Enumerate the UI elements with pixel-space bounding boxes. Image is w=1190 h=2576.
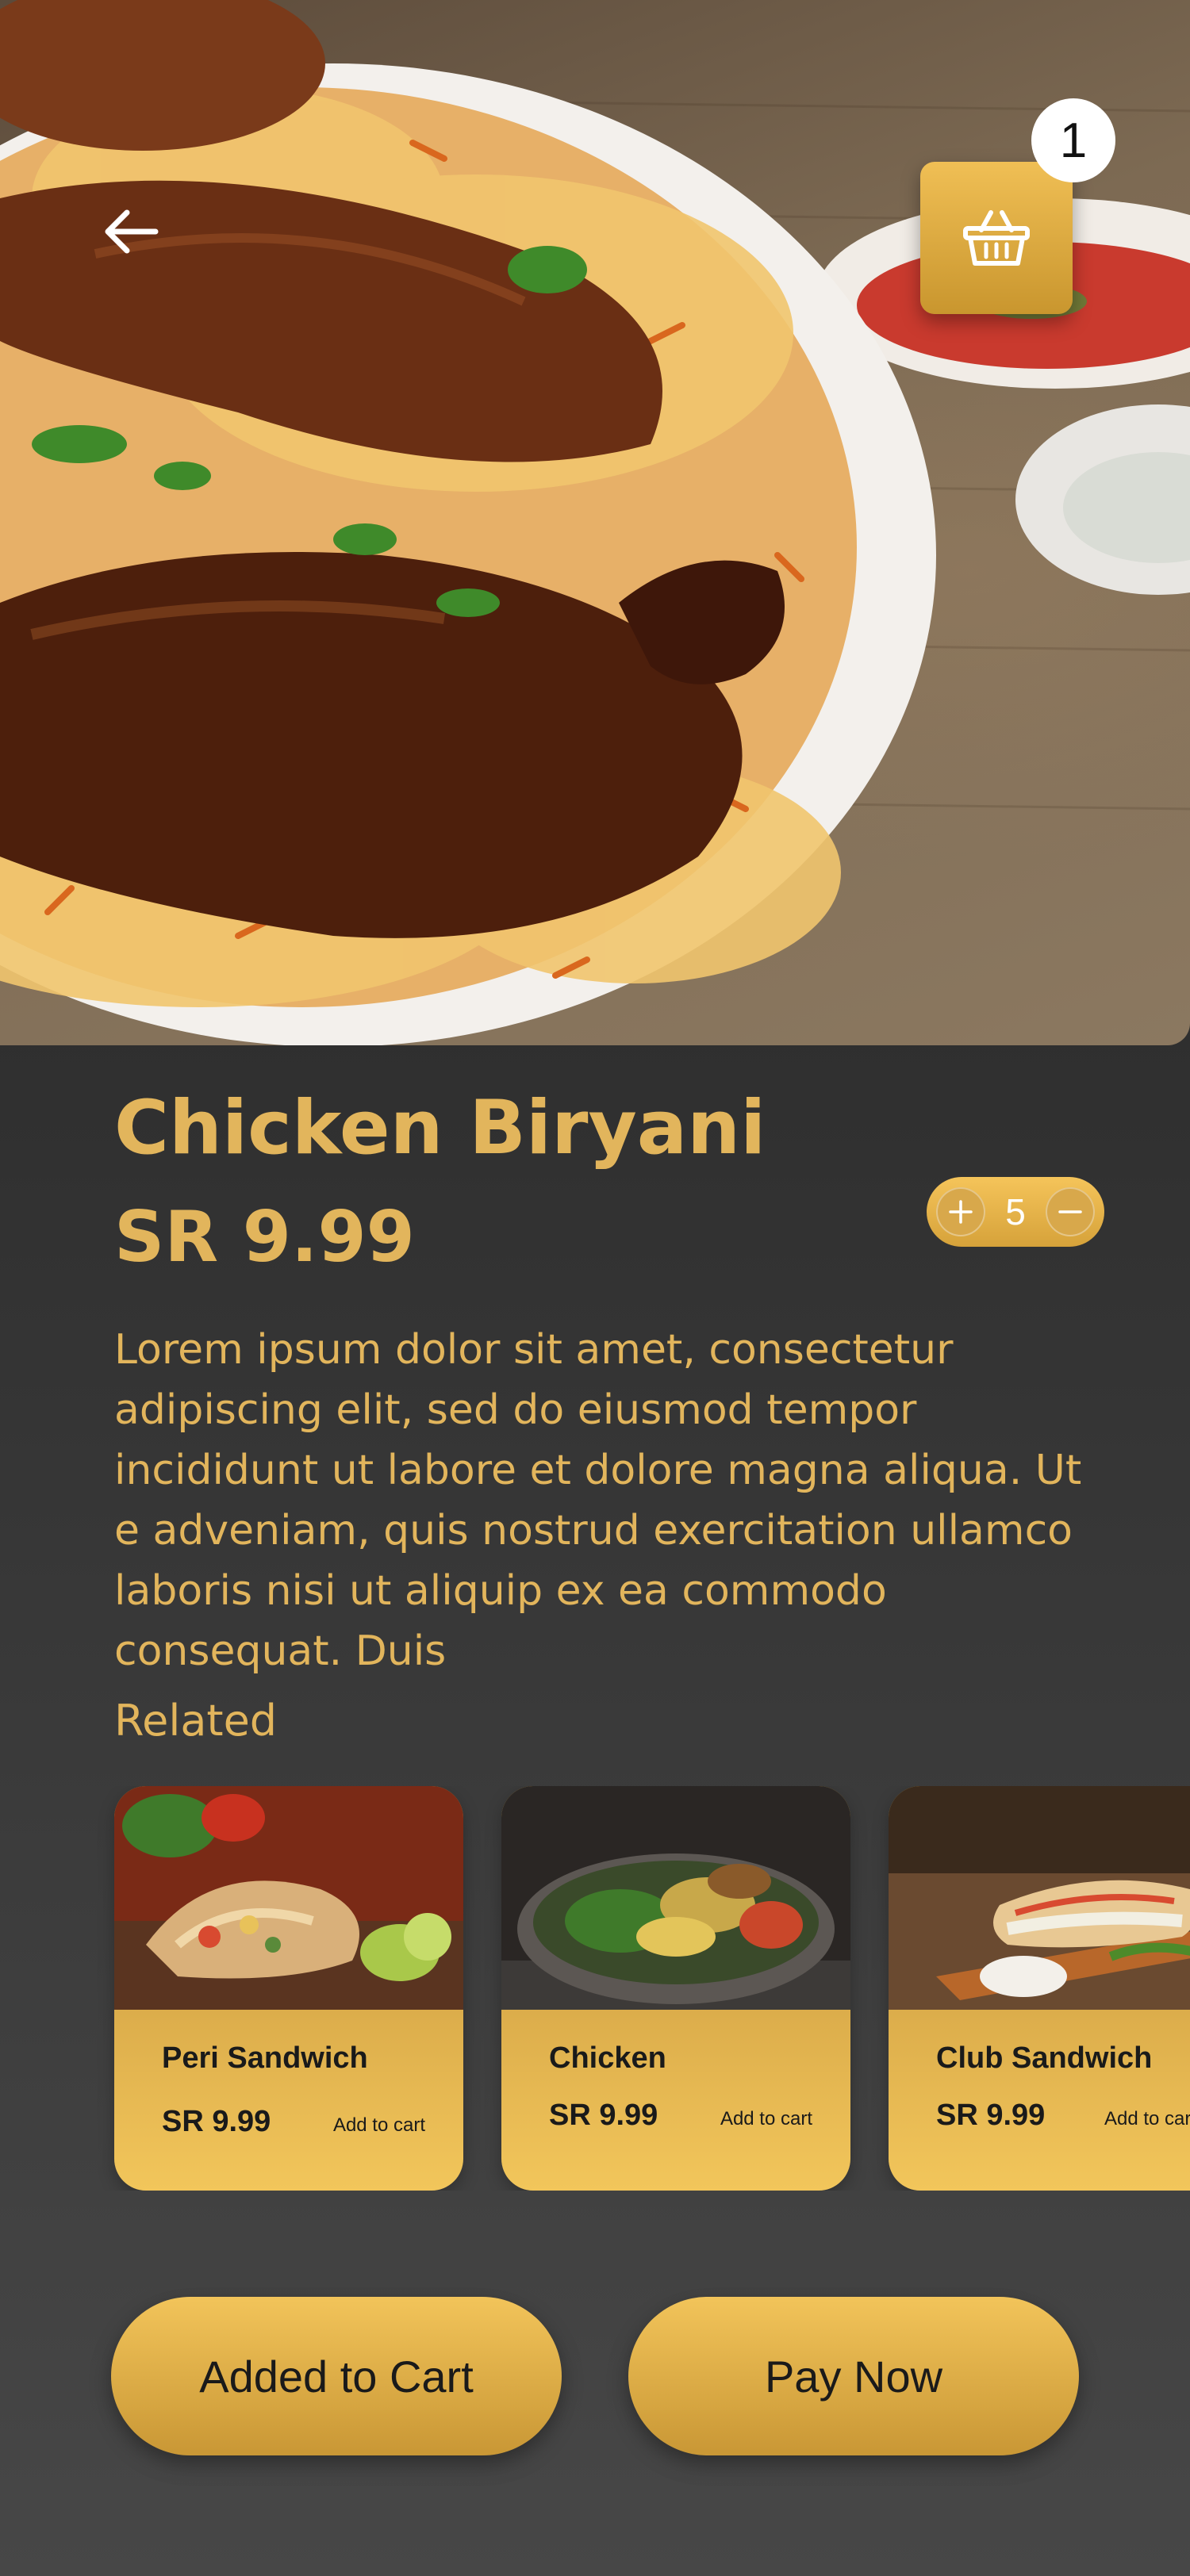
back-button[interactable] [102, 208, 178, 284]
shopping-basket-icon [963, 210, 1030, 266]
product-description: Lorem ipsum dolor sit amet, consectetur … [114, 1326, 1082, 1675]
arrow-left-icon [105, 209, 159, 254]
related-card-name: Chicken [549, 2041, 666, 2075]
cart-count-badge: 1 [1031, 98, 1115, 182]
related-carousel[interactable]: Peri Sandwich SR 9.99 Add to cart Chicke… [0, 1786, 1190, 2191]
product-title: Chicken Biryani [114, 1085, 766, 1171]
related-card-price: SR 9.99 [162, 2105, 271, 2138]
cart-button[interactable] [920, 162, 1073, 314]
related-card-chicken[interactable]: Chicken SR 9.99 Add to cart [501, 1786, 850, 2191]
quantity-stepper: 5 [927, 1177, 1104, 1247]
biryani-illustration [0, 0, 1190, 1045]
peri-sandwich-image [114, 1786, 463, 2010]
related-heading: Related [114, 1696, 278, 1746]
product-price: SR 9.99 [114, 1196, 415, 1278]
related-card-name: Club Sandwich [936, 2041, 1153, 2075]
add-to-cart-link[interactable]: Add to cart [720, 2108, 812, 2130]
plus-icon [949, 1200, 973, 1224]
related-card-price: SR 9.99 [549, 2099, 658, 2132]
add-to-cart-link[interactable]: Add to cart [1104, 2108, 1190, 2130]
related-card-price: SR 9.99 [936, 2099, 1046, 2132]
club-sandwich-image [889, 1786, 1190, 2010]
increase-quantity-button[interactable] [936, 1187, 985, 1236]
add-to-cart-link[interactable]: Add to cart [333, 2114, 425, 2137]
chicken-salad-image [501, 1786, 850, 2010]
minus-icon [1058, 1210, 1082, 1213]
decrease-quantity-button[interactable] [1046, 1187, 1095, 1236]
added-to-cart-button[interactable]: Added to Cart [111, 2297, 562, 2455]
quantity-value: 5 [1005, 1191, 1026, 1232]
pay-now-button[interactable]: Pay Now [628, 2297, 1079, 2455]
related-card-name: Peri Sandwich [162, 2041, 368, 2075]
related-card-club-sandwich[interactable]: Club Sandwich SR 9.99 Add to cart [889, 1786, 1190, 2191]
related-card-peri-sandwich[interactable]: Peri Sandwich SR 9.99 Add to cart [114, 1786, 463, 2191]
hero-food-image [0, 0, 1190, 1045]
